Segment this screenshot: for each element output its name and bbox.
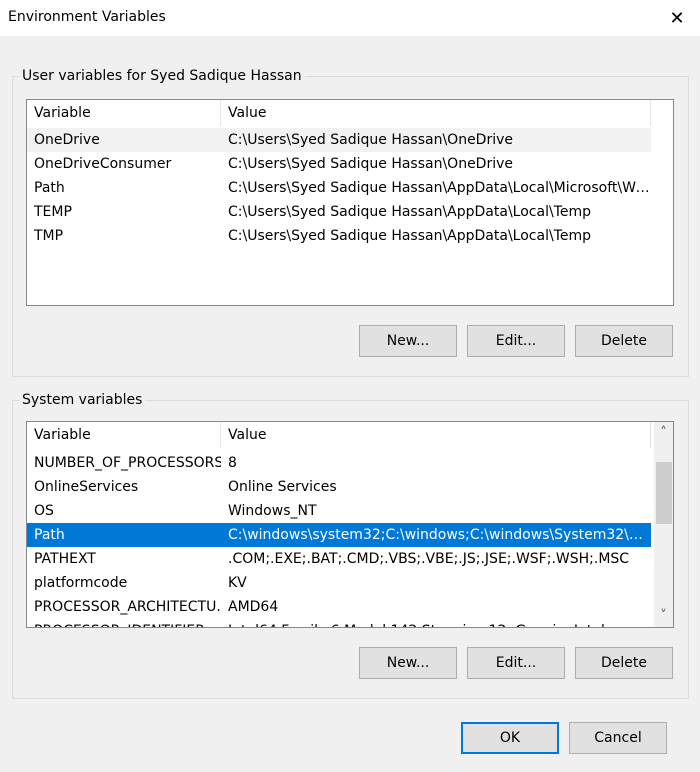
value-cell: C:\Users\Syed Sadique Hassan\OneDrive: [228, 132, 514, 148]
column-header-variable[interactable]: Variable: [27, 100, 221, 126]
value-cell: Intel64 Family 6 Model 142 Stepping 12, …: [221, 619, 651, 627]
variable-cell: platformcode: [34, 575, 128, 591]
table-row[interactable]: OneDriveConsumer C:\Users\Syed Sadique H…: [27, 152, 651, 176]
value-cell: C:\windows\system32;C:\windows;C:\window…: [228, 527, 651, 543]
vertical-scrollbar[interactable]: ˄ ˅: [654, 422, 673, 627]
column-header-variable[interactable]: Variable: [27, 422, 221, 448]
table-row[interactable]: OnlineServices Online Services: [27, 475, 651, 499]
scroll-up-icon[interactable]: ˄: [654, 424, 673, 442]
variable-cell: Path: [34, 527, 65, 543]
table-row[interactable]: Path C:\Users\Syed Sadique Hassan\AppDat…: [27, 176, 651, 200]
table-row[interactable]: OneDrive C:\Users\Syed Sadique Hassan\On…: [27, 128, 651, 152]
ok-button[interactable]: OK: [461, 722, 559, 754]
table-row[interactable]: platformcode KV: [27, 571, 651, 595]
value-cell: Online Services: [228, 479, 337, 495]
system-new-button[interactable]: New...: [359, 647, 457, 679]
value-cell: C:\Users\Syed Sadique Hassan\AppData\Loc…: [228, 180, 651, 196]
system-edit-button[interactable]: Edit...: [467, 647, 565, 679]
value-cell: C:\Users\Syed Sadique Hassan\AppData\Loc…: [228, 228, 591, 244]
title-bar: Environment Variables ✕: [0, 0, 700, 36]
table-row-selected[interactable]: Path C:\windows\system32;C:\windows;C:\w…: [27, 523, 651, 547]
table-row[interactable]: NUMBER_OF_PROCESSORS 8: [27, 451, 651, 475]
system-variables-label: System variables: [19, 391, 146, 409]
variable-cell: OnlineServices: [34, 479, 139, 495]
user-variables-list[interactable]: Variable Value OneDrive C:\Users\Syed Sa…: [26, 99, 674, 306]
value-cell: KV: [228, 575, 247, 591]
user-new-button[interactable]: New...: [359, 325, 457, 357]
variable-cell: PATHEXT: [34, 551, 96, 567]
value-cell: 8: [228, 455, 237, 471]
user-variables-label: User variables for Syed Sadique Hassan: [19, 67, 305, 85]
column-header-value[interactable]: Value: [221, 422, 651, 448]
table-row[interactable]: PROCESSOR_ARCHITECTU... AMD64: [27, 595, 651, 619]
list-header: Variable Value: [27, 100, 673, 126]
value-cell: C:\Users\Syed Sadique Hassan\OneDrive: [228, 156, 514, 172]
variable-cell: OS: [34, 503, 54, 519]
user-delete-button[interactable]: Delete: [575, 325, 673, 357]
table-row[interactable]: PROCESSOR_IDENTIFIER Intel64 Family 6 Mo…: [27, 619, 651, 627]
column-header-value[interactable]: Value: [221, 100, 651, 126]
system-delete-button[interactable]: Delete: [575, 647, 673, 679]
close-icon[interactable]: ✕: [654, 0, 700, 36]
variable-cell: OneDriveConsumer: [34, 156, 172, 172]
variable-cell: TMP: [34, 228, 64, 244]
value-cell: C:\Users\Syed Sadique Hassan\AppData\Loc…: [228, 204, 591, 220]
scroll-down-icon[interactable]: ˅: [654, 607, 673, 625]
value-cell: .COM;.EXE;.BAT;.CMD;.VBS;.VBE;.JS;.JSE;.…: [228, 551, 630, 567]
variable-cell: TEMP: [34, 204, 72, 220]
value-cell: Windows_NT: [228, 503, 317, 519]
cancel-button[interactable]: Cancel: [569, 722, 667, 754]
table-row[interactable]: TEMP C:\Users\Syed Sadique Hassan\AppDat…: [27, 200, 651, 224]
variable-cell: PROCESSOR_ARCHITECTU...: [34, 599, 221, 615]
system-variables-list[interactable]: Variable Value NUMBER_OF_PROCESSORS 8 On…: [26, 421, 674, 628]
variable-cell: OneDrive: [34, 132, 100, 148]
list-header: Variable Value: [27, 422, 673, 448]
table-row[interactable]: OS Windows_NT: [27, 499, 651, 523]
table-row[interactable]: TMP C:\Users\Syed Sadique Hassan\AppData…: [27, 224, 651, 248]
user-edit-button[interactable]: Edit...: [467, 325, 565, 357]
variable-cell: NUMBER_OF_PROCESSORS: [34, 455, 221, 471]
value-cell: AMD64: [228, 599, 279, 615]
scrollbar-thumb[interactable]: [656, 462, 672, 524]
window-title: Environment Variables: [8, 9, 166, 25]
variable-cell: PROCESSOR_IDENTIFIER: [27, 619, 221, 627]
table-row[interactable]: PATHEXT .COM;.EXE;.BAT;.CMD;.VBS;.VBE;.J…: [27, 547, 651, 571]
variable-cell: Path: [34, 180, 65, 196]
